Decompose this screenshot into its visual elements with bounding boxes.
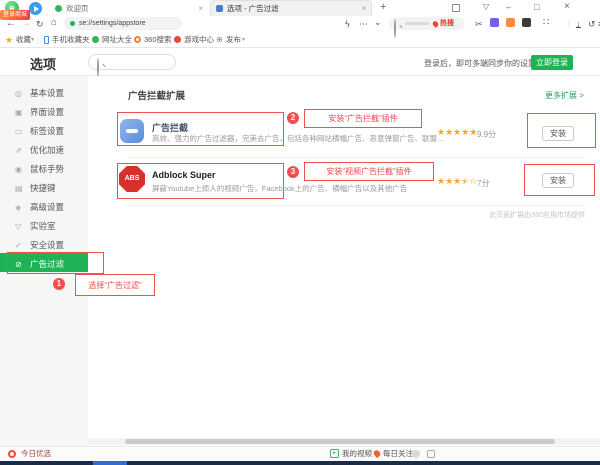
promo-badge[interactable]: 登录商城 [0,10,30,20]
sidebar-item-shortcuts[interactable]: ▤快捷键 [0,177,88,196]
caret-down-icon: ▾ [242,32,245,48]
tab-label: 选项 - 广告过滤 [227,3,357,14]
daily-follow-button[interactable]: 每日关注 [383,447,413,461]
login-button[interactable]: 立即登录 [531,55,573,70]
filter-icon[interactable]: ▽ [483,2,489,11]
site-directory-icon [92,36,99,43]
favorites-label[interactable]: 收藏 [16,32,31,48]
section-heading: 广告拦截扩展 [128,88,185,102]
rating-score: 9.9分 [477,129,496,140]
scrollbar-thumb[interactable] [125,439,555,444]
star-rating: ★★★★★ [437,127,477,138]
feedback-icon[interactable] [427,450,435,458]
tab-favicon-blue [216,5,223,12]
toolbar-divider: | [568,17,570,31]
more-icon[interactable]: ⋯ [359,17,368,31]
game-center-icon [174,36,181,43]
my-videos-icon: ▸ [330,449,339,458]
home-button[interactable]: ⌂ [51,16,57,30]
tab-close-icon[interactable]: × [198,4,203,13]
sidebar-item-interface-settings[interactable]: ▣界面设置 [0,101,88,120]
tab-welcome[interactable]: 欢迎页 × [50,0,208,16]
more-extensions-link[interactable]: 更多扩展 > [545,90,584,101]
bookmark-item-publish[interactable]: 发布 [226,32,241,48]
site-security-icon [70,21,75,26]
sidebar-item-advanced-settings[interactable]: ◈高级设置 [0,196,88,215]
bookmarks-divider: | [37,32,39,48]
today-picks-button[interactable]: 今日优选 [21,447,51,461]
star-rating: ★★★★☆ [437,176,477,187]
hot-search-flame-icon [432,20,440,28]
today-picks-icon [8,450,16,458]
bookmark-item-mobile-favorites[interactable]: 手机收藏夹 [52,32,90,48]
annotation-box-sidebar [7,252,104,274]
new-tab-button[interactable]: + [380,1,386,13]
caret-down-icon: ▾ [31,32,34,48]
phone-icon [44,36,49,44]
tab-close-icon[interactable]: × [361,4,366,13]
annotation-box-extension1 [117,112,284,146]
bookmark-item-site-directory[interactable]: 网址大全 [102,32,132,48]
page-title: 选项 [30,54,56,73]
step-badge-1: 1 [53,278,65,290]
minimize-button[interactable]: – [506,0,511,14]
maximize-button[interactable]: □ [534,0,539,14]
sidebar-item-basic-settings[interactable]: ◎基本设置 [0,82,88,101]
search-icon [97,58,99,77]
extension-icon-dark[interactable] [522,18,531,27]
step-badge-3: 3 [287,166,299,178]
taskbar [0,461,600,465]
my-videos-button[interactable]: 我的视频 [342,447,372,461]
sidebar-item-mouse-gestures[interactable]: ◉鼠标手势 [0,158,88,177]
browser-window: e 登录商城 欢迎页 × 选项 - 广告过滤 × + ▽ – □ × ← → ↻… [0,0,600,465]
refresh-button[interactable]: ↻ [36,17,44,31]
search-icon [394,19,396,38]
annotation-box-install1 [527,113,596,148]
step-label-1: 选择“广告过滤” [75,274,155,296]
360-search-icon [134,36,141,43]
search-placeholder-bar [405,22,429,25]
scissors-icon[interactable]: ✂ [475,17,483,31]
rating-score: 7分 [477,178,489,189]
sidebar-item-tab-settings[interactable]: ▭标签设置 [0,120,88,139]
bolt-icon[interactable]: ϟ [345,17,350,31]
extension-icon-purple[interactable] [490,18,499,27]
annotation-box-extension2 [117,163,284,199]
step-badge-2: 2 [287,112,299,124]
close-button[interactable]: × [564,0,570,14]
sidebar-item-security-settings[interactable]: ✓安全设置 [0,234,88,253]
toolbar-search[interactable]: 热搜 [389,17,465,30]
annotation-box-install2 [524,164,595,196]
user-avatar-icon[interactable] [29,2,42,15]
taskbar-active-segment [93,461,127,465]
chevron-down-icon[interactable]: ⌄ [374,15,382,29]
workspace-icon[interactable] [452,4,460,12]
provider-note: 此页面扩展由360应用市场提供 [345,210,585,220]
revert-icon[interactable]: ↺ [588,17,596,31]
tab-favicon-green [55,5,62,12]
settings-search-input[interactable] [88,54,176,70]
hot-search-label[interactable]: 热搜 [440,17,454,30]
status-bar [0,446,600,461]
bookmark-item-game-center[interactable]: 游戏中心 [184,32,214,48]
step-label-2: 安装“广告拦截”插件 [304,109,422,128]
sidebar-item-optimization[interactable]: ⇗优化加速 [0,139,88,158]
download-icon[interactable]: ↓ [576,17,581,28]
row-divider [128,205,585,206]
tab-label: 欢迎页 [66,3,194,14]
favorites-star-icon[interactable]: ★ [5,32,13,48]
tab-options[interactable]: 选项 - 广告过滤 × [210,0,372,16]
url-text: se://settings/appstore [79,17,146,30]
row-divider [128,157,585,158]
publish-icon: ⊕ [216,32,223,48]
bookmark-item-360-search[interactable]: 360搜索 [144,32,172,48]
sidebar-item-laboratory[interactable]: ▽实验室 [0,215,88,234]
address-bar[interactable]: se://settings/appstore [64,17,182,30]
login-hint: 登录后，即可多端同步你的设置 [424,58,536,69]
extension-icon-orange[interactable] [506,18,515,27]
apps-grid-icon[interactable]: ∷ [543,16,549,30]
step-label-3: 安装“视频广告拦截”插件 [304,162,434,181]
